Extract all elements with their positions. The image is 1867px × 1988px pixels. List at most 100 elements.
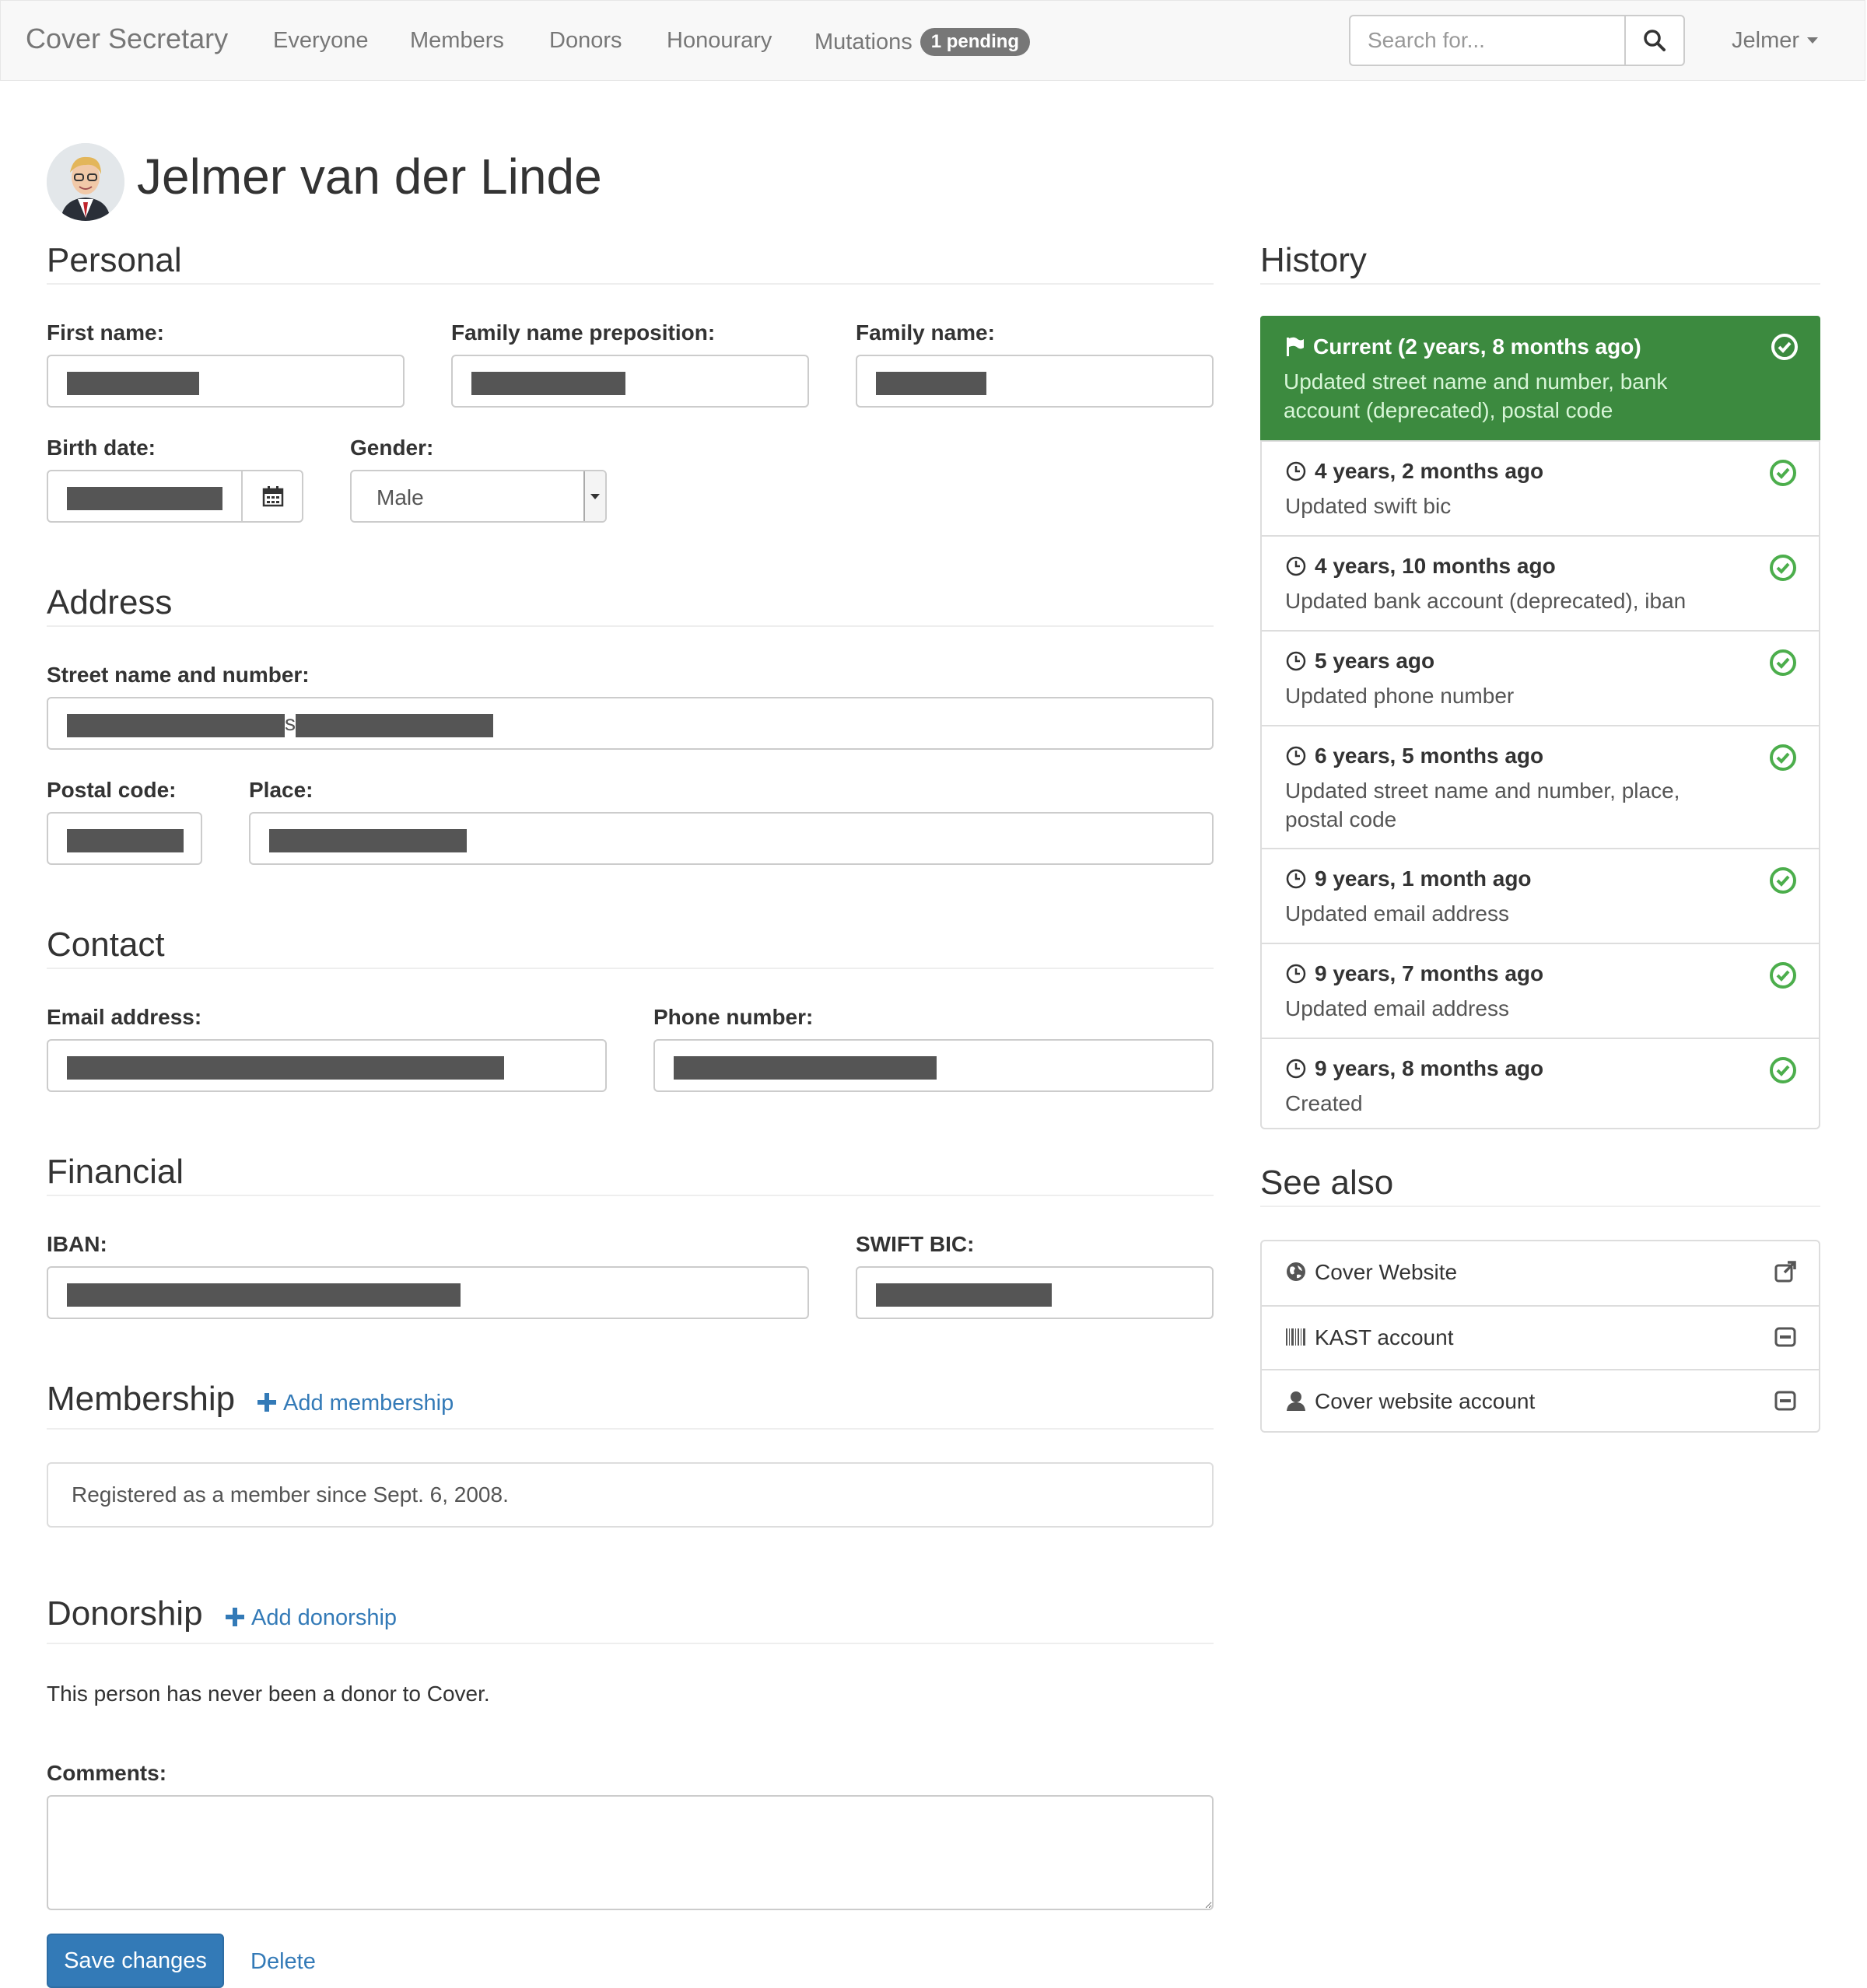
redacted-value [876, 1283, 1052, 1307]
history-time: Current (2 years, 8 months ago) [1313, 334, 1641, 359]
history-time: 4 years, 10 months ago [1315, 554, 1556, 578]
phone-label: Phone number: [653, 1005, 814, 1029]
divider [47, 968, 1214, 969]
brand-link[interactable]: Cover Secretary [26, 23, 228, 55]
search-input[interactable] [1349, 15, 1626, 66]
see-also-cover-website-account[interactable]: Cover website account [1262, 1369, 1819, 1433]
history-item[interactable]: 9 years, 1 month ago Updated email addre… [1262, 848, 1819, 943]
add-donorship-label: Add donorship [251, 1605, 398, 1630]
history-item[interactable]: 6 years, 5 months ago Updated street nam… [1262, 725, 1819, 848]
preposition-field[interactable] [451, 355, 809, 408]
history-item[interactable]: 5 years ago Updated phone number [1262, 630, 1819, 725]
history-desc: Updated email address [1285, 901, 1509, 926]
section-address-title: Address [47, 583, 173, 621]
section-personal-title: Personal [47, 241, 182, 279]
clock-icon [1286, 556, 1306, 576]
birth-date-field[interactable] [47, 470, 243, 523]
history-desc: Updated email address [1285, 996, 1509, 1020]
delete-link[interactable]: Delete [250, 1949, 316, 1975]
section-see-also-title: See also [1260, 1164, 1394, 1202]
redacted-value [67, 714, 285, 737]
section-membership-title: Membership [47, 1380, 236, 1418]
nav-honourary[interactable]: Honourary [667, 28, 772, 54]
barcode-icon [1286, 1328, 1305, 1346]
user-menu[interactable]: Jelmer [1732, 28, 1819, 54]
history-item[interactable]: 4 years, 2 months ago Updated swift bic [1262, 440, 1819, 535]
top-navbar: Cover Secretary Everyone Members Donors … [0, 0, 1865, 81]
section-history-title: History [1260, 241, 1367, 279]
select-arrow-icon [583, 471, 605, 521]
section-contact-title: Contact [47, 926, 165, 964]
avatar [47, 143, 124, 221]
save-button[interactable]: Save changes [47, 1934, 224, 1988]
redacted-value [674, 1056, 937, 1080]
postal-code-field[interactable] [47, 812, 202, 865]
nav-mutations-label: Mutations [814, 30, 912, 54]
email-field[interactable] [47, 1039, 607, 1092]
history-time: 6 years, 5 months ago [1315, 744, 1544, 768]
clock-icon [1286, 964, 1306, 984]
user-icon [1287, 1391, 1305, 1411]
divider [47, 1195, 1214, 1196]
add-donorship-link[interactable]: Add donorship [225, 1605, 397, 1631]
history-desc: Updated street name and number, bank acc… [1284, 369, 1668, 422]
postal-code-label: Postal code: [47, 778, 177, 802]
divider [1260, 1206, 1820, 1207]
calendar-button[interactable] [241, 470, 303, 523]
nav-mutations[interactable]: Mutations 1 pending [814, 28, 1031, 56]
history-item[interactable]: 9 years, 7 months ago Updated email addr… [1262, 943, 1819, 1038]
check-circle-icon [1770, 649, 1796, 676]
add-membership-link[interactable]: Add membership [257, 1391, 454, 1416]
donorship-text: This person has never been a donor to Co… [47, 1682, 490, 1706]
see-also-label: KAST account [1315, 1325, 1454, 1349]
phone-field[interactable] [653, 1039, 1214, 1092]
see-also-kast-account[interactable]: KAST account [1262, 1305, 1819, 1369]
check-circle-icon [1770, 867, 1796, 894]
see-also-label: Cover Website [1315, 1260, 1458, 1284]
redacted-value [269, 829, 467, 852]
see-also-list: Cover Website KAST account Cover website… [1260, 1240, 1820, 1433]
history-item-current[interactable]: Current (2 years, 8 months ago) Updated … [1260, 316, 1820, 440]
nav-members[interactable]: Members [410, 28, 504, 54]
street-field[interactable]: s [47, 697, 1214, 750]
family-name-label: Family name: [856, 320, 995, 345]
redacted-value [67, 487, 222, 510]
history-time: 9 years, 8 months ago [1315, 1056, 1544, 1080]
place-label: Place: [249, 778, 314, 802]
clock-icon [1286, 869, 1306, 889]
bic-label: SWIFT BIC: [856, 1232, 975, 1256]
clock-icon [1286, 461, 1306, 481]
history-desc: Updated swift bic [1285, 494, 1452, 518]
history-time: 9 years, 1 month ago [1315, 866, 1532, 891]
history-time: 9 years, 7 months ago [1315, 961, 1544, 985]
family-name-field[interactable] [856, 355, 1214, 408]
divider [47, 1643, 1214, 1644]
redacted-value [67, 1283, 461, 1307]
place-field[interactable] [249, 812, 1214, 865]
search-button[interactable] [1624, 15, 1685, 66]
birth-date-label: Birth date: [47, 436, 156, 460]
comments-textarea[interactable] [47, 1795, 1214, 1910]
section-donorship-title: Donorship [47, 1594, 203, 1633]
redacted-value [471, 372, 625, 395]
nav-everyone[interactable]: Everyone [273, 28, 369, 54]
street-label: Street name and number: [47, 663, 310, 687]
globe-icon [1287, 1262, 1305, 1281]
bic-field[interactable] [856, 1266, 1214, 1319]
first-name-field[interactable] [47, 355, 405, 408]
gender-select[interactable]: Male [350, 470, 607, 523]
history-item[interactable]: 4 years, 10 months ago Updated bank acco… [1262, 535, 1819, 630]
comments-label: Comments: [47, 1761, 167, 1785]
iban-field[interactable] [47, 1266, 809, 1319]
see-also-cover-website[interactable]: Cover Website [1262, 1241, 1819, 1305]
membership-text: Registered as a member since Sept. 6, 20… [72, 1482, 509, 1507]
nav-donors[interactable]: Donors [549, 28, 622, 54]
check-circle-icon [1770, 744, 1796, 771]
plus-icon [257, 1393, 276, 1412]
history-item[interactable]: 9 years, 8 months ago Created [1262, 1038, 1819, 1128]
first-name-label: First name: [47, 320, 164, 345]
external-link-icon [1774, 1261, 1796, 1283]
clock-icon [1286, 651, 1306, 671]
check-circle-icon [1770, 1057, 1796, 1083]
check-circle-icon [1771, 334, 1798, 360]
